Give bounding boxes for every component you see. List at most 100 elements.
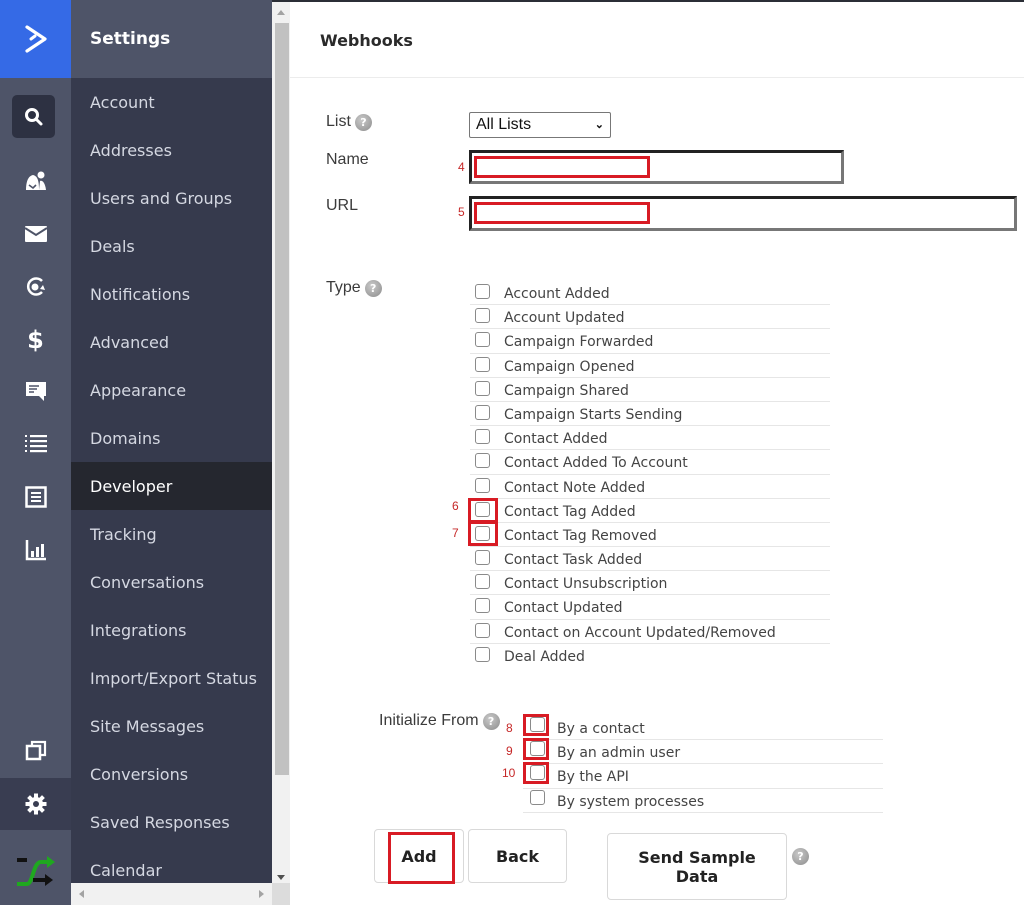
lists-nav[interactable] (0, 421, 71, 467)
contacts-nav[interactable] (0, 158, 71, 204)
menu-item-appearance[interactable]: Appearance (71, 366, 272, 414)
type-checkbox[interactable] (475, 477, 490, 493)
type-checkbox[interactable] (475, 453, 490, 469)
init-option-label: By a contact (557, 721, 645, 737)
annotation-6: 6 (452, 499, 459, 513)
type-option-label: Contact Note Added (504, 479, 646, 496)
integration-app-button[interactable] (0, 832, 71, 905)
type-option[interactable]: Contact Note Added (470, 475, 830, 499)
type-option-label: Contact Tag Removed (504, 527, 657, 544)
menu-item-calendar[interactable]: Calendar (71, 846, 272, 883)
menu-item-conversions[interactable]: Conversions (71, 750, 272, 798)
menu-item-integrations[interactable]: Integrations (71, 606, 272, 654)
menu-item-tracking[interactable]: Tracking (71, 510, 272, 558)
menu-item-advanced[interactable]: Advanced (71, 318, 272, 366)
type-option[interactable]: Account Updated (470, 305, 830, 330)
search-icon (24, 107, 42, 125)
type-option[interactable]: Campaign Starts Sending (470, 402, 830, 427)
automations-nav[interactable] (0, 264, 71, 310)
list-help-icon[interactable]: ? (354, 113, 372, 131)
menu-item-saved-responses[interactable]: Saved Responses (71, 798, 272, 846)
menu-item-site-messages[interactable]: Site Messages (71, 702, 272, 750)
menu-item-deals[interactable]: Deals (71, 222, 272, 270)
type-checkbox[interactable] (475, 622, 490, 638)
menu-item-conversations[interactable]: Conversations (71, 558, 272, 606)
reports-nav[interactable] (0, 527, 71, 573)
lists-icon (24, 435, 47, 453)
type-option-label: Contact Unsubscription (504, 576, 668, 593)
init-option-label: By the API (557, 769, 629, 786)
brand-logo[interactable] (0, 0, 71, 78)
type-checkbox[interactable] (475, 332, 490, 348)
pages-nav[interactable] (0, 727, 71, 773)
search-button[interactable] (12, 95, 55, 138)
type-option-contact-tag-added[interactable]: Contact Tag Added (470, 499, 830, 523)
scrollbar-thumb[interactable] (275, 23, 289, 775)
type-option[interactable]: Deal Added (470, 644, 830, 668)
type-option-contact-tag-removed[interactable]: Contact Tag Removed (470, 523, 830, 548)
type-checkbox[interactable] (475, 356, 490, 372)
menu-item-users-and-groups[interactable]: Users and Groups (71, 174, 272, 222)
type-option-label: Contact on Account Updated/Removed (504, 624, 776, 641)
scroll-left-arrow-icon[interactable] (79, 890, 84, 898)
type-option[interactable]: Contact Added To Account (470, 450, 830, 475)
init-checkbox[interactable] (530, 789, 545, 805)
init-option-by-admin[interactable]: By an admin user (523, 740, 883, 765)
init-option-by-system[interactable]: By system processes (523, 789, 883, 813)
init-label-row: Initialize From ? (379, 712, 500, 730)
type-help-icon[interactable]: ? (364, 279, 382, 297)
type-checkbox[interactable] (475, 598, 490, 614)
menu-horizontal-scrollbar[interactable] (71, 883, 272, 905)
type-option-label: Contact Added (504, 431, 608, 448)
deals-nav[interactable]: $ (0, 317, 71, 363)
menu-vertical-scrollbar[interactable] (272, 2, 290, 883)
init-option-by-contact[interactable]: By a contact (523, 716, 883, 741)
name-label: Name (326, 151, 369, 168)
type-checkbox[interactable] (475, 380, 490, 396)
menu-item-notifications[interactable]: Notifications (71, 270, 272, 318)
type-checkbox[interactable] (475, 646, 490, 662)
type-option[interactable]: Account Added (470, 281, 830, 306)
type-option[interactable]: Contact Added (470, 426, 830, 451)
send-sample-data-button[interactable]: Send Sample Data (607, 833, 787, 900)
init-help-icon[interactable]: ? (482, 712, 500, 730)
back-button[interactable]: Back (468, 829, 567, 883)
menu-item-addresses[interactable]: Addresses (71, 126, 272, 174)
integration-shuffle-icon (16, 855, 55, 886)
init-option-by-api[interactable]: By the API (523, 764, 883, 789)
type-checkbox[interactable] (475, 429, 490, 445)
campaigns-nav[interactable] (0, 211, 71, 257)
type-checkbox[interactable] (475, 550, 490, 566)
scroll-down-arrow-icon[interactable] (277, 875, 285, 880)
tag-removed-highlight-box (468, 521, 498, 546)
type-option[interactable]: Campaign Opened (470, 354, 830, 378)
reports-icon (25, 540, 46, 561)
type-option[interactable]: Campaign Shared (470, 378, 830, 402)
init-label: Initialize From (379, 712, 479, 729)
type-checkbox[interactable] (475, 574, 490, 590)
type-option[interactable]: Contact on Account Updated/Removed (470, 620, 830, 644)
settings-nav[interactable] (0, 778, 71, 830)
forms-nav[interactable] (0, 474, 71, 520)
type-option[interactable]: Contact Task Added (470, 547, 830, 572)
name-highlight-box (474, 156, 650, 178)
menu-item-account[interactable]: Account (71, 78, 272, 126)
settings-menu: Settings Account Addresses Users and Gro… (71, 0, 272, 883)
automation-icon (26, 277, 45, 296)
type-checkbox[interactable] (475, 308, 490, 324)
type-option[interactable]: Campaign Forwarded (470, 329, 830, 354)
type-checkbox[interactable] (475, 284, 490, 299)
menu-item-import-export-status[interactable]: Import/Export Status (71, 654, 272, 702)
send-sample-help-icon[interactable]: ? (792, 848, 809, 865)
conversations-nav[interactable] (0, 368, 71, 414)
type-option[interactable]: Contact Unsubscription (470, 571, 830, 596)
menu-item-domains[interactable]: Domains (71, 414, 272, 462)
list-select[interactable]: All Lists ⌄ (469, 112, 611, 138)
annotation-9: 9 (506, 744, 513, 758)
menu-item-developer[interactable]: Developer (71, 462, 272, 510)
scroll-up-arrow-icon[interactable] (277, 10, 285, 15)
webhooks-page: Webhooks List ? All Lists ⌄ Name 4 URL 5… (290, 2, 1024, 905)
scroll-right-arrow-icon[interactable] (259, 890, 264, 898)
type-option[interactable]: Contact Updated (470, 595, 830, 620)
type-checkbox[interactable] (475, 404, 490, 420)
